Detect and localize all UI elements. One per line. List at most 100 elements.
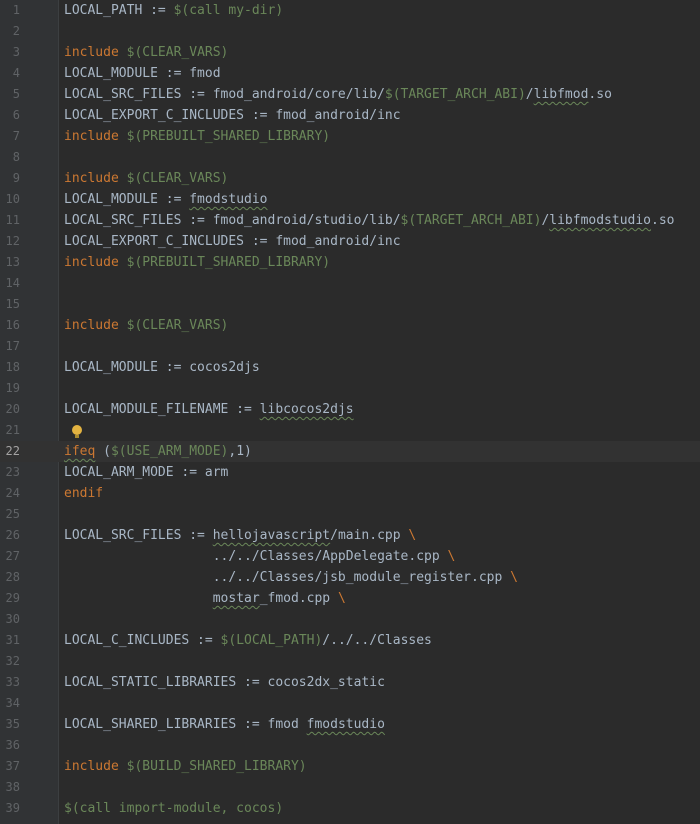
- code-line[interactable]: 20 LOCAL_MODULE_FILENAME := libcocos2djs: [0, 399, 700, 420]
- code-editor[interactable]: 1 LOCAL_PATH := $(call my-dir) 2 3 include $…: [0, 0, 700, 824]
- line-number: 37: [5, 759, 20, 773]
- code-line-text[interactable]: LOCAL_MODULE := fmod: [64, 63, 221, 84]
- line-number: 19: [5, 381, 20, 395]
- line-number: 24: [5, 486, 20, 500]
- code-token: .so: [651, 213, 675, 228]
- code-line-text[interactable]: mostar_fmod.cpp \: [64, 588, 346, 609]
- code-line[interactable]: 8: [0, 147, 700, 168]
- code-line[interactable]: 27 ../../Classes/AppDelegate.cpp \: [0, 546, 700, 567]
- code-line-text[interactable]: include $(BUILD_SHARED_LIBRARY): [64, 756, 307, 777]
- code-token: LOCAL_SRC_FILES := fmod_android/studio/l…: [64, 213, 401, 228]
- line-number: 1: [12, 3, 20, 17]
- code-line[interactable]: 6 LOCAL_EXPORT_C_INCLUDES := fmod_android…: [0, 105, 700, 126]
- code-line[interactable]: 15: [0, 294, 700, 315]
- line-number: 25: [5, 507, 20, 521]
- code-line-text[interactable]: LOCAL_MODULE := fmodstudio: [64, 189, 268, 210]
- code-line-text[interactable]: LOCAL_PATH := $(call my-dir): [64, 0, 283, 21]
- keyword-token: include: [64, 255, 119, 270]
- code-line-text[interactable]: endif: [64, 483, 103, 504]
- code-line-text[interactable]: LOCAL_SRC_FILES := fmod_android/core/lib…: [64, 84, 612, 105]
- code-line-text[interactable]: ../../Classes/AppDelegate.cpp \: [64, 546, 456, 567]
- macro-token: $(BUILD_SHARED_LIBRARY): [126, 759, 307, 774]
- code-line-text[interactable]: LOCAL_STATIC_LIBRARIES := cocos2dx_stati…: [64, 672, 385, 693]
- code-area[interactable]: 1 LOCAL_PATH := $(call my-dir) 2 3 include $…: [0, 0, 700, 819]
- macro-token: $(CLEAR_VARS): [126, 318, 229, 333]
- code-line[interactable]: 9 include $(CLEAR_VARS): [0, 168, 700, 189]
- code-token: LOCAL_PATH :=: [64, 3, 174, 18]
- code-line-text[interactable]: LOCAL_EXPORT_C_INCLUDES := fmod_android/…: [64, 105, 401, 126]
- code-line[interactable]: 18 LOCAL_MODULE := cocos2djs: [0, 357, 700, 378]
- code-line-text[interactable]: $(call import-module, cocos): [64, 798, 283, 819]
- code-line[interactable]: 13 include $(PREBUILT_SHARED_LIBRARY): [0, 252, 700, 273]
- code-line-text[interactable]: LOCAL_C_INCLUDES := $(LOCAL_PATH)/../../…: [64, 630, 432, 651]
- code-line[interactable]: 10 LOCAL_MODULE := fmodstudio: [0, 189, 700, 210]
- code-token: LOCAL_EXPORT_C_INCLUDES := fmod_android/…: [64, 108, 401, 123]
- code-line-text[interactable]: LOCAL_MODULE := cocos2djs: [64, 357, 260, 378]
- code-line-text[interactable]: include $(CLEAR_VARS): [64, 42, 228, 63]
- code-line[interactable]: 1 LOCAL_PATH := $(call my-dir): [0, 0, 700, 21]
- code-line[interactable]: 2: [0, 21, 700, 42]
- code-line[interactable]: 28 ../../Classes/jsb_module_register.cpp…: [0, 567, 700, 588]
- code-token: /main.cpp: [330, 528, 409, 543]
- code-line[interactable]: 16 include $(CLEAR_VARS): [0, 315, 700, 336]
- code-token: fmodstudio: [306, 717, 385, 732]
- code-line[interactable]: 31 LOCAL_C_INCLUDES := $(LOCAL_PATH)/../.…: [0, 630, 700, 651]
- code-line-text[interactable]: ifeq ($(USE_ARM_MODE),1): [64, 441, 252, 462]
- code-line[interactable]: 36: [0, 735, 700, 756]
- lightbulb-intention-icon[interactable]: [72, 425, 82, 438]
- code-line-text[interactable]: LOCAL_ARM_MODE := arm: [64, 462, 228, 483]
- code-line[interactable]: 39 $(call import-module, cocos): [0, 798, 700, 819]
- line-number: 35: [5, 717, 20, 731]
- code-line[interactable]: 4 LOCAL_MODULE := fmod: [0, 63, 700, 84]
- code-line-text[interactable]: include $(PREBUILT_SHARED_LIBRARY): [64, 252, 330, 273]
- code-line-text[interactable]: LOCAL_SRC_FILES := fmod_android/studio/l…: [64, 210, 675, 231]
- code-line[interactable]: 5 LOCAL_SRC_FILES := fmod_android/core/li…: [0, 84, 700, 105]
- code-line[interactable]: 3 include $(CLEAR_VARS): [0, 42, 700, 63]
- code-line[interactable]: 14: [0, 273, 700, 294]
- code-line[interactable]: 29 mostar_fmod.cpp \: [0, 588, 700, 609]
- code-line[interactable]: 17: [0, 336, 700, 357]
- macro-token: $(PREBUILT_SHARED_LIBRARY): [126, 255, 331, 270]
- code-line-text[interactable]: LOCAL_MODULE_FILENAME := libcocos2djs: [64, 399, 354, 420]
- line-number: 7: [12, 129, 20, 143]
- code-line[interactable]: 33 LOCAL_STATIC_LIBRARIES := cocos2dx_sta…: [0, 672, 700, 693]
- code-line-text[interactable]: LOCAL_EXPORT_C_INCLUDES := fmod_android/…: [64, 231, 401, 252]
- code-line[interactable]: 38: [0, 777, 700, 798]
- code-line[interactable]: 26 LOCAL_SRC_FILES := hellojavascript/mai…: [0, 525, 700, 546]
- code-line-text[interactable]: include $(CLEAR_VARS): [64, 168, 228, 189]
- code-line-text[interactable]: include $(CLEAR_VARS): [64, 315, 228, 336]
- code-line[interactable]: 24 endif: [0, 483, 700, 504]
- code-line-text[interactable]: ../../Classes/jsb_module_register.cpp \: [64, 567, 518, 588]
- code-line[interactable]: 35 LOCAL_SHARED_LIBRARIES := fmod fmodstu…: [0, 714, 700, 735]
- code-line[interactable]: 11 LOCAL_SRC_FILES := fmod_android/studio…: [0, 210, 700, 231]
- code-line[interactable]: 12 LOCAL_EXPORT_C_INCLUDES := fmod_androi…: [0, 231, 700, 252]
- macro-token: $(USE_ARM_MODE): [110, 444, 229, 459]
- code-token: libcocos2djs: [259, 402, 354, 417]
- code-line[interactable]: 30: [0, 609, 700, 630]
- code-line[interactable]: 22 ifeq ($(USE_ARM_MODE),1): [0, 441, 700, 462]
- code-line[interactable]: 19: [0, 378, 700, 399]
- line-number: 13: [5, 255, 20, 269]
- line-number: 4: [12, 66, 20, 80]
- code-token: libfmod: [533, 87, 589, 102]
- code-line[interactable]: 37 include $(BUILD_SHARED_LIBRARY): [0, 756, 700, 777]
- code-line[interactable]: 34: [0, 693, 700, 714]
- macro-token: $(CLEAR_VARS): [126, 45, 229, 60]
- keyword-token: \: [510, 570, 518, 585]
- code-line[interactable]: 21: [0, 420, 700, 441]
- line-number: 10: [5, 192, 20, 206]
- keyword-token: include: [64, 318, 119, 333]
- code-line[interactable]: 7 include $(PREBUILT_SHARED_LIBRARY): [0, 126, 700, 147]
- code-line[interactable]: 32: [0, 651, 700, 672]
- code-line[interactable]: 25: [0, 504, 700, 525]
- code-line-text[interactable]: LOCAL_SHARED_LIBRARIES := fmod fmodstudi…: [64, 714, 385, 735]
- line-number: 39: [5, 801, 20, 815]
- code-token: LOCAL_EXPORT_C_INCLUDES := fmod_android/…: [64, 234, 401, 249]
- code-line-text[interactable]: include $(PREBUILT_SHARED_LIBRARY): [64, 126, 330, 147]
- code-token: LOCAL_MODULE_FILENAME :=: [64, 402, 260, 417]
- code-line[interactable]: 23 LOCAL_ARM_MODE := arm: [0, 462, 700, 483]
- code-line-text[interactable]: LOCAL_SRC_FILES := hellojavascript/main.…: [64, 525, 416, 546]
